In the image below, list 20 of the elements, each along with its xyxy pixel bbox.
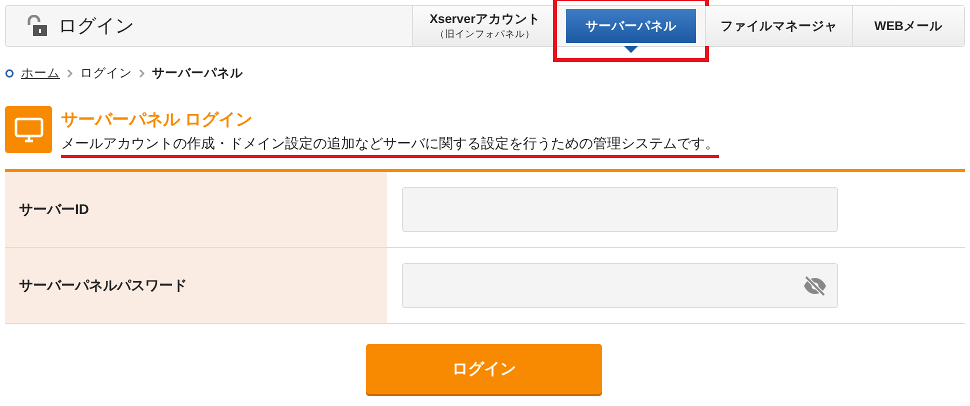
password-field[interactable] [402, 263, 838, 308]
field-label-cell: サーバーパネルパスワード [5, 248, 387, 323]
hide-password-icon[interactable] [803, 276, 827, 296]
nav-tab[interactable]: サーバーパネル [566, 9, 696, 43]
unlocked-padlock-icon [26, 15, 48, 37]
breadcrumb-item: サーバーパネル [152, 65, 243, 82]
monitor-icon [5, 106, 52, 153]
section-title: サーバーパネル ログイン [61, 109, 254, 131]
chevron-icon [139, 69, 145, 78]
page-title: ログイン [58, 15, 134, 39]
circle-icon [5, 69, 14, 78]
nav-tab[interactable]: ファイルマネージャ [706, 6, 852, 46]
nav-tab[interactable]: WEBメール [853, 6, 964, 46]
field-label-cell: サーバーID [5, 172, 387, 247]
chevron-icon [67, 69, 73, 78]
breadcrumb-item: ログイン [80, 65, 132, 82]
tab-pointer-icon [624, 46, 638, 53]
breadcrumb-link[interactable]: ホーム [21, 65, 60, 82]
input-field[interactable] [402, 187, 838, 232]
section-description: メールアカウントの作成・ドメイン設定の追加などサーバに関する設定を行うための管理システムです。 [61, 135, 719, 158]
